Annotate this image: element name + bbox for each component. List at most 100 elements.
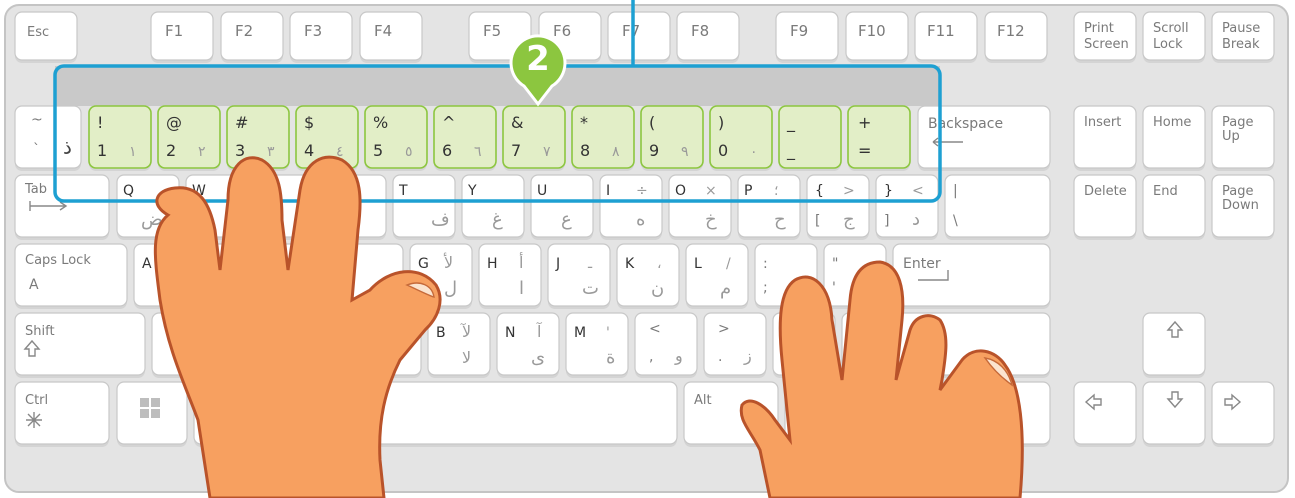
key-n2-label-n2: 2 xyxy=(166,141,176,160)
key-shift: Shift xyxy=(14,312,146,378)
key-n5-label-n5: 5 xyxy=(373,141,383,160)
key-n7-label-n7: 7 xyxy=(511,141,521,160)
key-n9-label-n9_ar: ٩ xyxy=(681,144,689,160)
key-lbr-label-lbr: { xyxy=(815,183,824,199)
key-f10-label-f10: F10 xyxy=(858,22,886,40)
key-j-cap xyxy=(547,243,611,307)
key-lbr-label-lbr_sym: > xyxy=(843,183,855,199)
key-y-label-y_ar: غ xyxy=(492,209,503,230)
key-pause-cap xyxy=(1211,11,1275,61)
key-enter-label-enter: Enter xyxy=(903,256,941,272)
key-scroll-label-scroll_l2: Lock xyxy=(1153,37,1183,52)
key-lbr-label-lbr_ar: ج xyxy=(843,209,855,230)
key-f12-label-f12: F12 xyxy=(997,22,1025,40)
key-n3-label-n3: 3 xyxy=(235,141,245,160)
key-b-label-b_ar: لا xyxy=(462,348,471,367)
key-m-label-m_sym: ' xyxy=(606,325,610,341)
key-o: O × خ xyxy=(668,174,732,240)
key-pgdn: PageDown xyxy=(1211,174,1275,240)
key-end-label-end: End xyxy=(1153,184,1178,199)
key-enter-cap xyxy=(892,243,1051,307)
key-n2-label-n2_top: @ xyxy=(166,113,182,132)
key-n8-label-n8: 8 xyxy=(580,141,590,160)
key-n6-label-n6_top: ^ xyxy=(442,113,455,132)
key-m: M ' ة xyxy=(565,312,629,378)
key-period-label-period_sym: > xyxy=(718,321,730,337)
key-period-label-period_ar: ز xyxy=(743,346,752,366)
key-n7-label-n7_top: & xyxy=(511,113,523,132)
key-f12: F12 xyxy=(984,11,1048,63)
key-comma: <, و xyxy=(634,312,698,378)
key-k-cap xyxy=(616,243,680,307)
key-print-label-print_l1: Print xyxy=(1084,21,1114,36)
key-t-label-t: T xyxy=(398,183,408,199)
key-tilde-label-tilde: ~ xyxy=(31,112,43,128)
key-k-label-k_ar: ن xyxy=(651,278,664,299)
key-f10: F10 xyxy=(845,11,909,63)
key-n6-label-n6: 6 xyxy=(442,141,452,160)
key-down-cap xyxy=(1142,381,1206,445)
key-pipe-label-bslash: \ xyxy=(953,213,958,229)
key-lbr-label-lbr2: [ xyxy=(815,213,820,229)
key-ralt-label-alt: Alt xyxy=(694,393,712,408)
key-plus-label-plus_top: + xyxy=(858,113,871,132)
key-u-label-u_ar: ع xyxy=(561,209,572,230)
key-rbr: } <] د xyxy=(875,174,939,240)
key-n0: ) 0 ٠ xyxy=(709,105,773,171)
key-j: J ـت xyxy=(547,243,611,309)
key-delete: Delete xyxy=(1073,174,1137,240)
key-f4: F4 xyxy=(359,11,423,63)
keyboard-illustration: Esc F1 F2 F3 F4 F5 F6 F7 F8 F9 F10 F11 F12 Print Scree… xyxy=(0,0,1295,498)
key-tilde: ~ ` ذ xyxy=(14,105,82,171)
windows-logo-pane-4 xyxy=(151,409,160,418)
key-n0-label-n0_top: ) xyxy=(718,113,724,132)
key-lbr: { > [ ج xyxy=(806,174,870,240)
key-g-label-g_ar: ل xyxy=(444,278,457,299)
key-tab-label-tab: Tab xyxy=(24,182,47,197)
key-n1: ! 1 ١ xyxy=(88,105,152,171)
key-f1-label-f1: F1 xyxy=(165,22,183,40)
key-scroll: ScrollLock xyxy=(1142,11,1206,63)
key-f4-label-f4: F4 xyxy=(374,22,392,40)
key-f7: F7 xyxy=(607,11,671,63)
key-p-label-p: P xyxy=(744,183,752,199)
key-n0-label-n0: 0 xyxy=(718,141,728,160)
key-ctrl-label-ctrl: Ctrl xyxy=(25,393,48,408)
key-pipe: |\ xyxy=(944,174,1051,240)
key-g-label-g_sym: لأ xyxy=(443,252,453,272)
key-period-label-period: . xyxy=(718,349,722,365)
key-rbr-label-rbr_ar: د xyxy=(912,209,920,230)
key-f9-label-f9: F9 xyxy=(790,22,808,40)
key-j-label-j_ar: ت xyxy=(582,278,599,299)
key-n1-label-n1: 1 xyxy=(97,141,107,160)
key-quote-label-quote: " xyxy=(832,256,838,272)
key-comma-label-comma: , xyxy=(649,349,653,365)
key-f5-label-f5: F5 xyxy=(483,22,501,40)
key-pause-label-pause_l1: Pause xyxy=(1222,21,1260,36)
key-esc-label-esc: Esc xyxy=(27,25,49,40)
key-pgdn-label-pgdn_l2: Down xyxy=(1222,198,1259,213)
key-f9: F9 xyxy=(775,11,839,63)
key-f2-label-f2: F2 xyxy=(235,22,253,40)
key-n5-label-n5_top: % xyxy=(373,113,388,132)
key-caps-label-caps: Caps Lock xyxy=(25,253,91,268)
key-o-label-o_sym: × xyxy=(705,183,717,199)
key-print-label-print_l2: Screen xyxy=(1084,37,1129,52)
key-ctrl-cap xyxy=(14,381,110,445)
key-g-label-g: G xyxy=(418,256,429,272)
windows-logo-pane-3 xyxy=(140,409,149,418)
key-f7-label-f7: F7 xyxy=(622,22,640,40)
key-minus-label-minus: _ xyxy=(786,141,796,161)
key-right-cap xyxy=(1211,381,1275,445)
key-print: PrintScreen xyxy=(1073,11,1137,63)
key-b-label-b: B xyxy=(436,325,446,341)
key-a-label-a: A xyxy=(142,256,152,272)
key-u-label-u: U xyxy=(537,183,547,199)
key-right xyxy=(1211,381,1275,447)
key-f1: F1 xyxy=(150,11,214,63)
key-esc: Esc xyxy=(14,11,78,63)
key-n7: & 7 ٧ xyxy=(502,105,566,171)
windows-logo-pane-1 xyxy=(140,398,149,407)
key-insert: Insert xyxy=(1073,105,1137,171)
key-m-label-m_ar: ة xyxy=(606,347,615,368)
